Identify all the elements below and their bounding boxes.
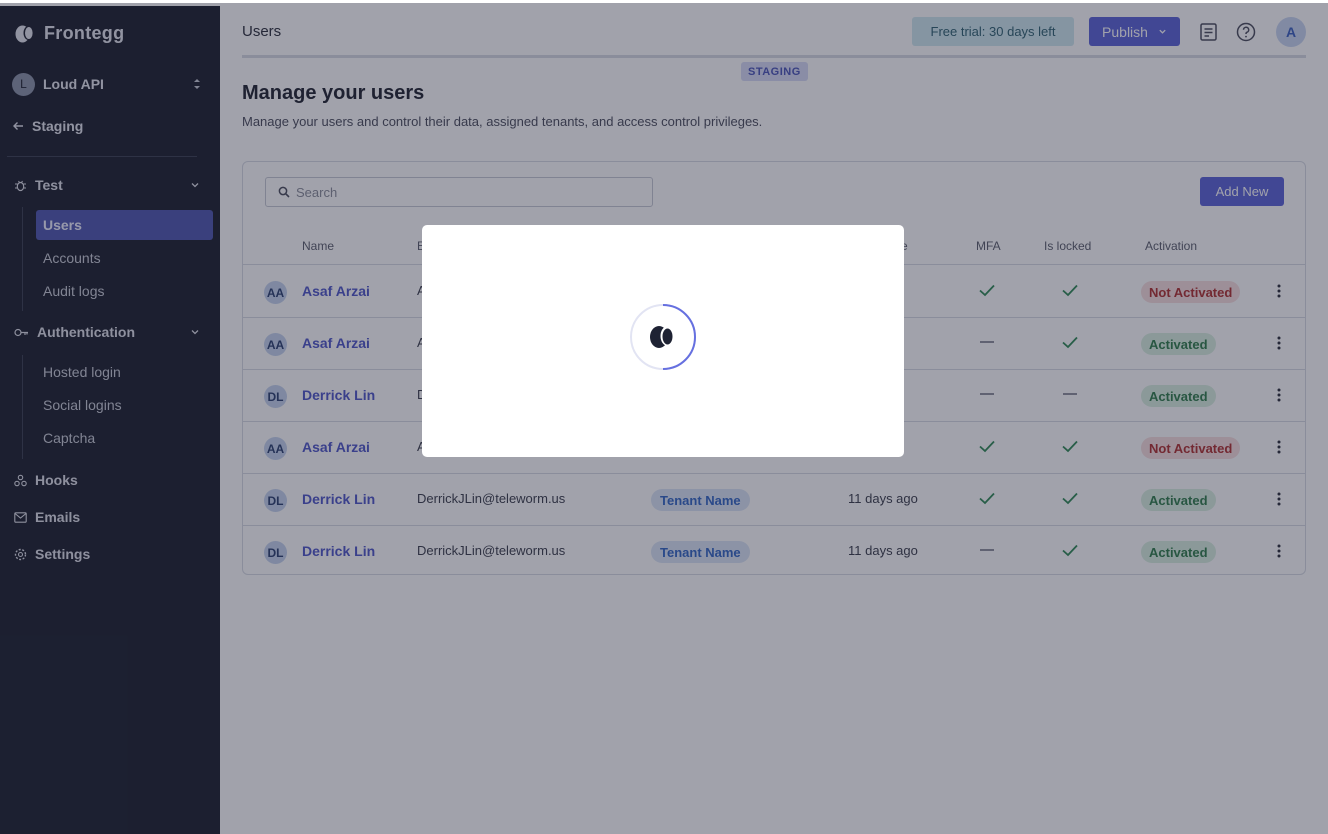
app-frame: Frontegg L Loud API Staging Test Users A… bbox=[0, 0, 1328, 834]
frontegg-egg-loader-icon bbox=[630, 304, 696, 370]
loading-modal bbox=[422, 225, 904, 457]
